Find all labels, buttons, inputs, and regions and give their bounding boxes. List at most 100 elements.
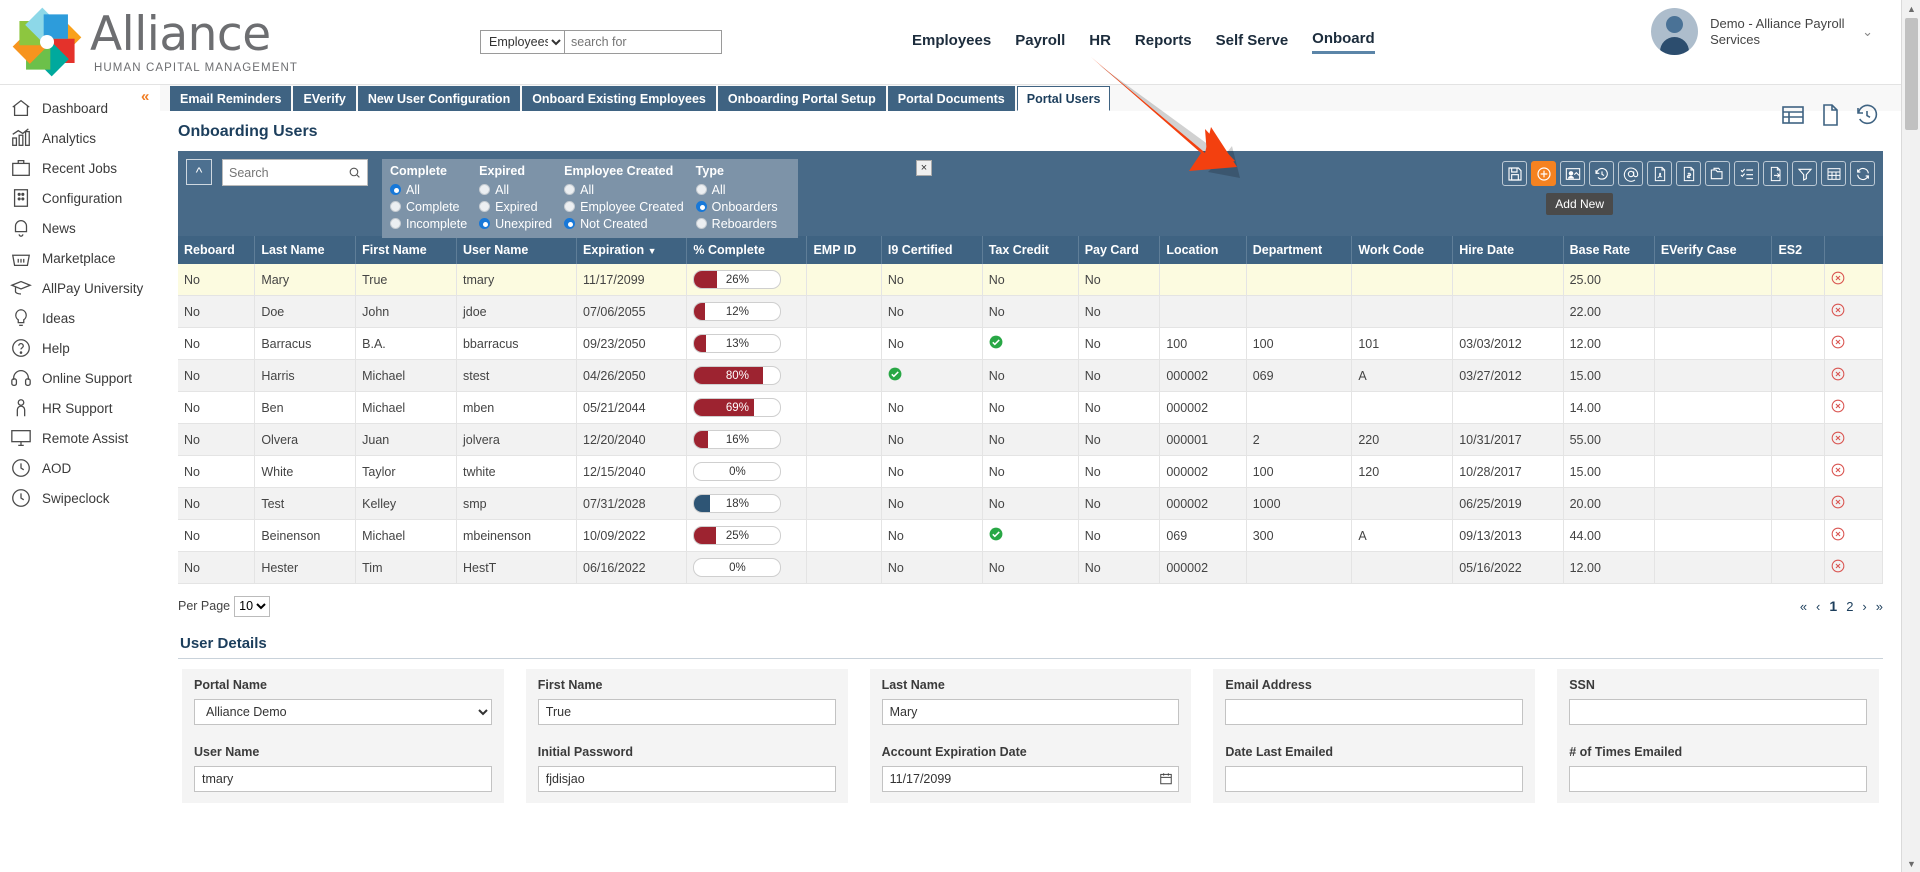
cell-delete[interactable] — [1824, 455, 1883, 488]
nav-payroll[interactable]: Payroll — [1015, 32, 1065, 53]
sidebar-item-swipeclock[interactable]: Swipeclock — [0, 483, 160, 513]
sidebar-item-help[interactable]: Help — [0, 333, 160, 363]
scroll-down-arrow[interactable]: ▼ — [1906, 858, 1917, 869]
col-last-name[interactable]: Last Name — [254, 236, 357, 264]
table-row[interactable]: No Harris Michael stest 04/26/2050 80% No No 00… — [178, 359, 1883, 392]
tab-portal-documents[interactable]: Portal Documents — [887, 86, 1015, 111]
page-prev-button[interactable]: ‹ — [1816, 599, 1820, 614]
radio-empcreated-all[interactable] — [564, 184, 576, 195]
delete-icon[interactable] — [1831, 495, 1845, 509]
filter-option[interactable]: Not Created — [564, 215, 684, 232]
grid-search-box[interactable] — [222, 159, 368, 186]
radio-type-reboarders[interactable] — [695, 218, 707, 229]
filter-button[interactable] — [1792, 161, 1817, 186]
filter-option[interactable]: Unexpired — [479, 215, 552, 232]
nav-hr[interactable]: HR — [1089, 32, 1111, 53]
radio-complete-all[interactable] — [390, 184, 401, 195]
delete-icon[interactable] — [1831, 431, 1845, 445]
folder-button[interactable] — [1705, 161, 1730, 186]
cell-delete[interactable] — [1824, 487, 1883, 520]
col-location[interactable]: Location — [1159, 236, 1247, 264]
table-row[interactable]: No Doe John jdoe 07/06/2055 12% No No No 22.00 — [178, 295, 1883, 328]
portal-name-select[interactable]: Alliance Demo — [194, 699, 492, 725]
table-row[interactable]: No Beinenson Michael mbeinenson 10/09/2022 2… — [178, 519, 1883, 552]
email-address-input[interactable] — [1225, 699, 1524, 725]
filter-option[interactable]: All — [390, 181, 467, 198]
table-row[interactable]: No Ben Michael mben 05/21/2044 69% No No No 0000… — [178, 391, 1883, 424]
col-expiration[interactable]: Expiration ▼ — [576, 236, 688, 264]
radio-expired-all[interactable] — [479, 184, 491, 195]
sidebar-item-news[interactable]: News — [0, 213, 160, 243]
chevron-down-icon[interactable]: ⌄ — [1862, 24, 1873, 40]
table-icon[interactable] — [1781, 103, 1805, 127]
user-menu[interactable]: Demo - Alliance Payroll Services ⌄ — [1651, 8, 1873, 55]
sidebar-collapse-button[interactable]: « — [141, 88, 149, 105]
page-first-button[interactable]: « — [1800, 599, 1807, 614]
times-emailed-input[interactable] — [1569, 766, 1867, 792]
search-input[interactable] — [564, 30, 722, 54]
save-button[interactable] — [1502, 161, 1527, 186]
page-scrollbar[interactable]: ▲ ▼ — [1901, 0, 1920, 872]
cell-delete[interactable] — [1824, 519, 1883, 552]
col-tax-credit[interactable]: Tax Credit — [982, 236, 1079, 264]
user-name-input[interactable] — [194, 766, 492, 792]
close-filters-button[interactable]: × — [916, 160, 932, 176]
filter-option[interactable]: Incomplete — [390, 215, 467, 232]
tab-email-reminders[interactable]: Email Reminders — [170, 86, 292, 111]
sidebar-item-configuration[interactable]: Configuration — [0, 183, 160, 213]
cell-delete[interactable] — [1824, 423, 1883, 456]
radio-empcreated-notcreated[interactable] — [564, 218, 576, 229]
sidebar-item-ideas[interactable]: Ideas — [0, 303, 160, 333]
filter-option[interactable]: Employee Created — [564, 198, 684, 215]
radio-expired-expired[interactable] — [479, 201, 491, 212]
table-row[interactable]: No Olvera Juan jolvera 12/20/2040 16% No No No 0… — [178, 423, 1883, 456]
radio-complete-incomplete[interactable] — [390, 218, 401, 229]
col-user-name[interactable]: User Name — [456, 236, 578, 264]
table-row[interactable]: No White Taylor twhite 12/15/2040 0% No No No 00… — [178, 455, 1883, 488]
email-button[interactable] — [1618, 161, 1643, 186]
history-button[interactable] — [1589, 161, 1614, 186]
sidebar-item-dashboard[interactable]: Dashboard — [0, 93, 160, 123]
per-page-select[interactable]: 10 — [234, 595, 271, 617]
page-2-button[interactable]: 2 — [1846, 599, 1853, 614]
col-base-rate[interactable]: Base Rate — [1563, 236, 1655, 264]
first-name-input[interactable] — [537, 699, 836, 725]
pdf-button[interactable] — [1647, 161, 1672, 186]
delete-icon[interactable] — [1831, 303, 1845, 317]
sidebar-item-remote-assist[interactable]: Remote Assist — [0, 423, 160, 453]
radio-expired-unexpired[interactable] — [479, 218, 491, 229]
scrollbar-thumb[interactable] — [1905, 18, 1918, 130]
grid-search-input[interactable] — [229, 165, 349, 180]
invoice-button[interactable] — [1676, 161, 1701, 186]
nav-onboard[interactable]: Onboard — [1312, 30, 1375, 54]
history-icon[interactable] — [1855, 103, 1879, 127]
delete-icon[interactable] — [1831, 335, 1845, 349]
filter-option[interactable]: Complete — [390, 198, 467, 215]
radio-type-all[interactable] — [695, 184, 707, 195]
tab-onboarding-portal-setup[interactable]: Onboarding Portal Setup — [717, 86, 886, 111]
search-scope-select[interactable]: Employees — [480, 30, 564, 54]
col-i9-certified[interactable]: I9 Certified — [881, 236, 983, 264]
table-row[interactable]: No Mary True tmary 11/17/2099 26% No No No 25.00 — [178, 264, 1883, 296]
page-last-button[interactable]: » — [1876, 599, 1883, 614]
ssn-input[interactable] — [1569, 699, 1867, 725]
col-work-code[interactable]: Work Code — [1351, 236, 1454, 264]
add-new-button[interactable] — [1531, 161, 1556, 186]
delete-icon[interactable] — [1831, 399, 1845, 413]
tab-new-user-configuration[interactable]: New User Configuration — [357, 86, 521, 111]
cell-delete[interactable] — [1824, 327, 1883, 360]
col-first-name[interactable]: First Name — [355, 236, 457, 264]
export-button[interactable] — [1763, 161, 1788, 186]
document-icon[interactable] — [1818, 103, 1842, 127]
col-department[interactable]: Department — [1246, 236, 1353, 264]
delete-icon[interactable] — [1831, 271, 1845, 285]
filter-option[interactable]: All — [695, 181, 778, 198]
user-photo-button[interactable] — [1560, 161, 1585, 186]
col-hire-date[interactable]: Hire Date — [1452, 236, 1564, 264]
delete-icon[interactable] — [1831, 527, 1845, 541]
sidebar-item-online-support[interactable]: Online Support — [0, 363, 160, 393]
cell-delete[interactable] — [1824, 264, 1883, 296]
brand-logo[interactable]: Alliance HUMAN CAPITAL MANAGEMENT — [0, 3, 460, 81]
table-row[interactable]: No Test Kelley smp 07/31/2028 18% No No No 00000… — [178, 487, 1883, 520]
checklist-button[interactable] — [1734, 161, 1759, 186]
